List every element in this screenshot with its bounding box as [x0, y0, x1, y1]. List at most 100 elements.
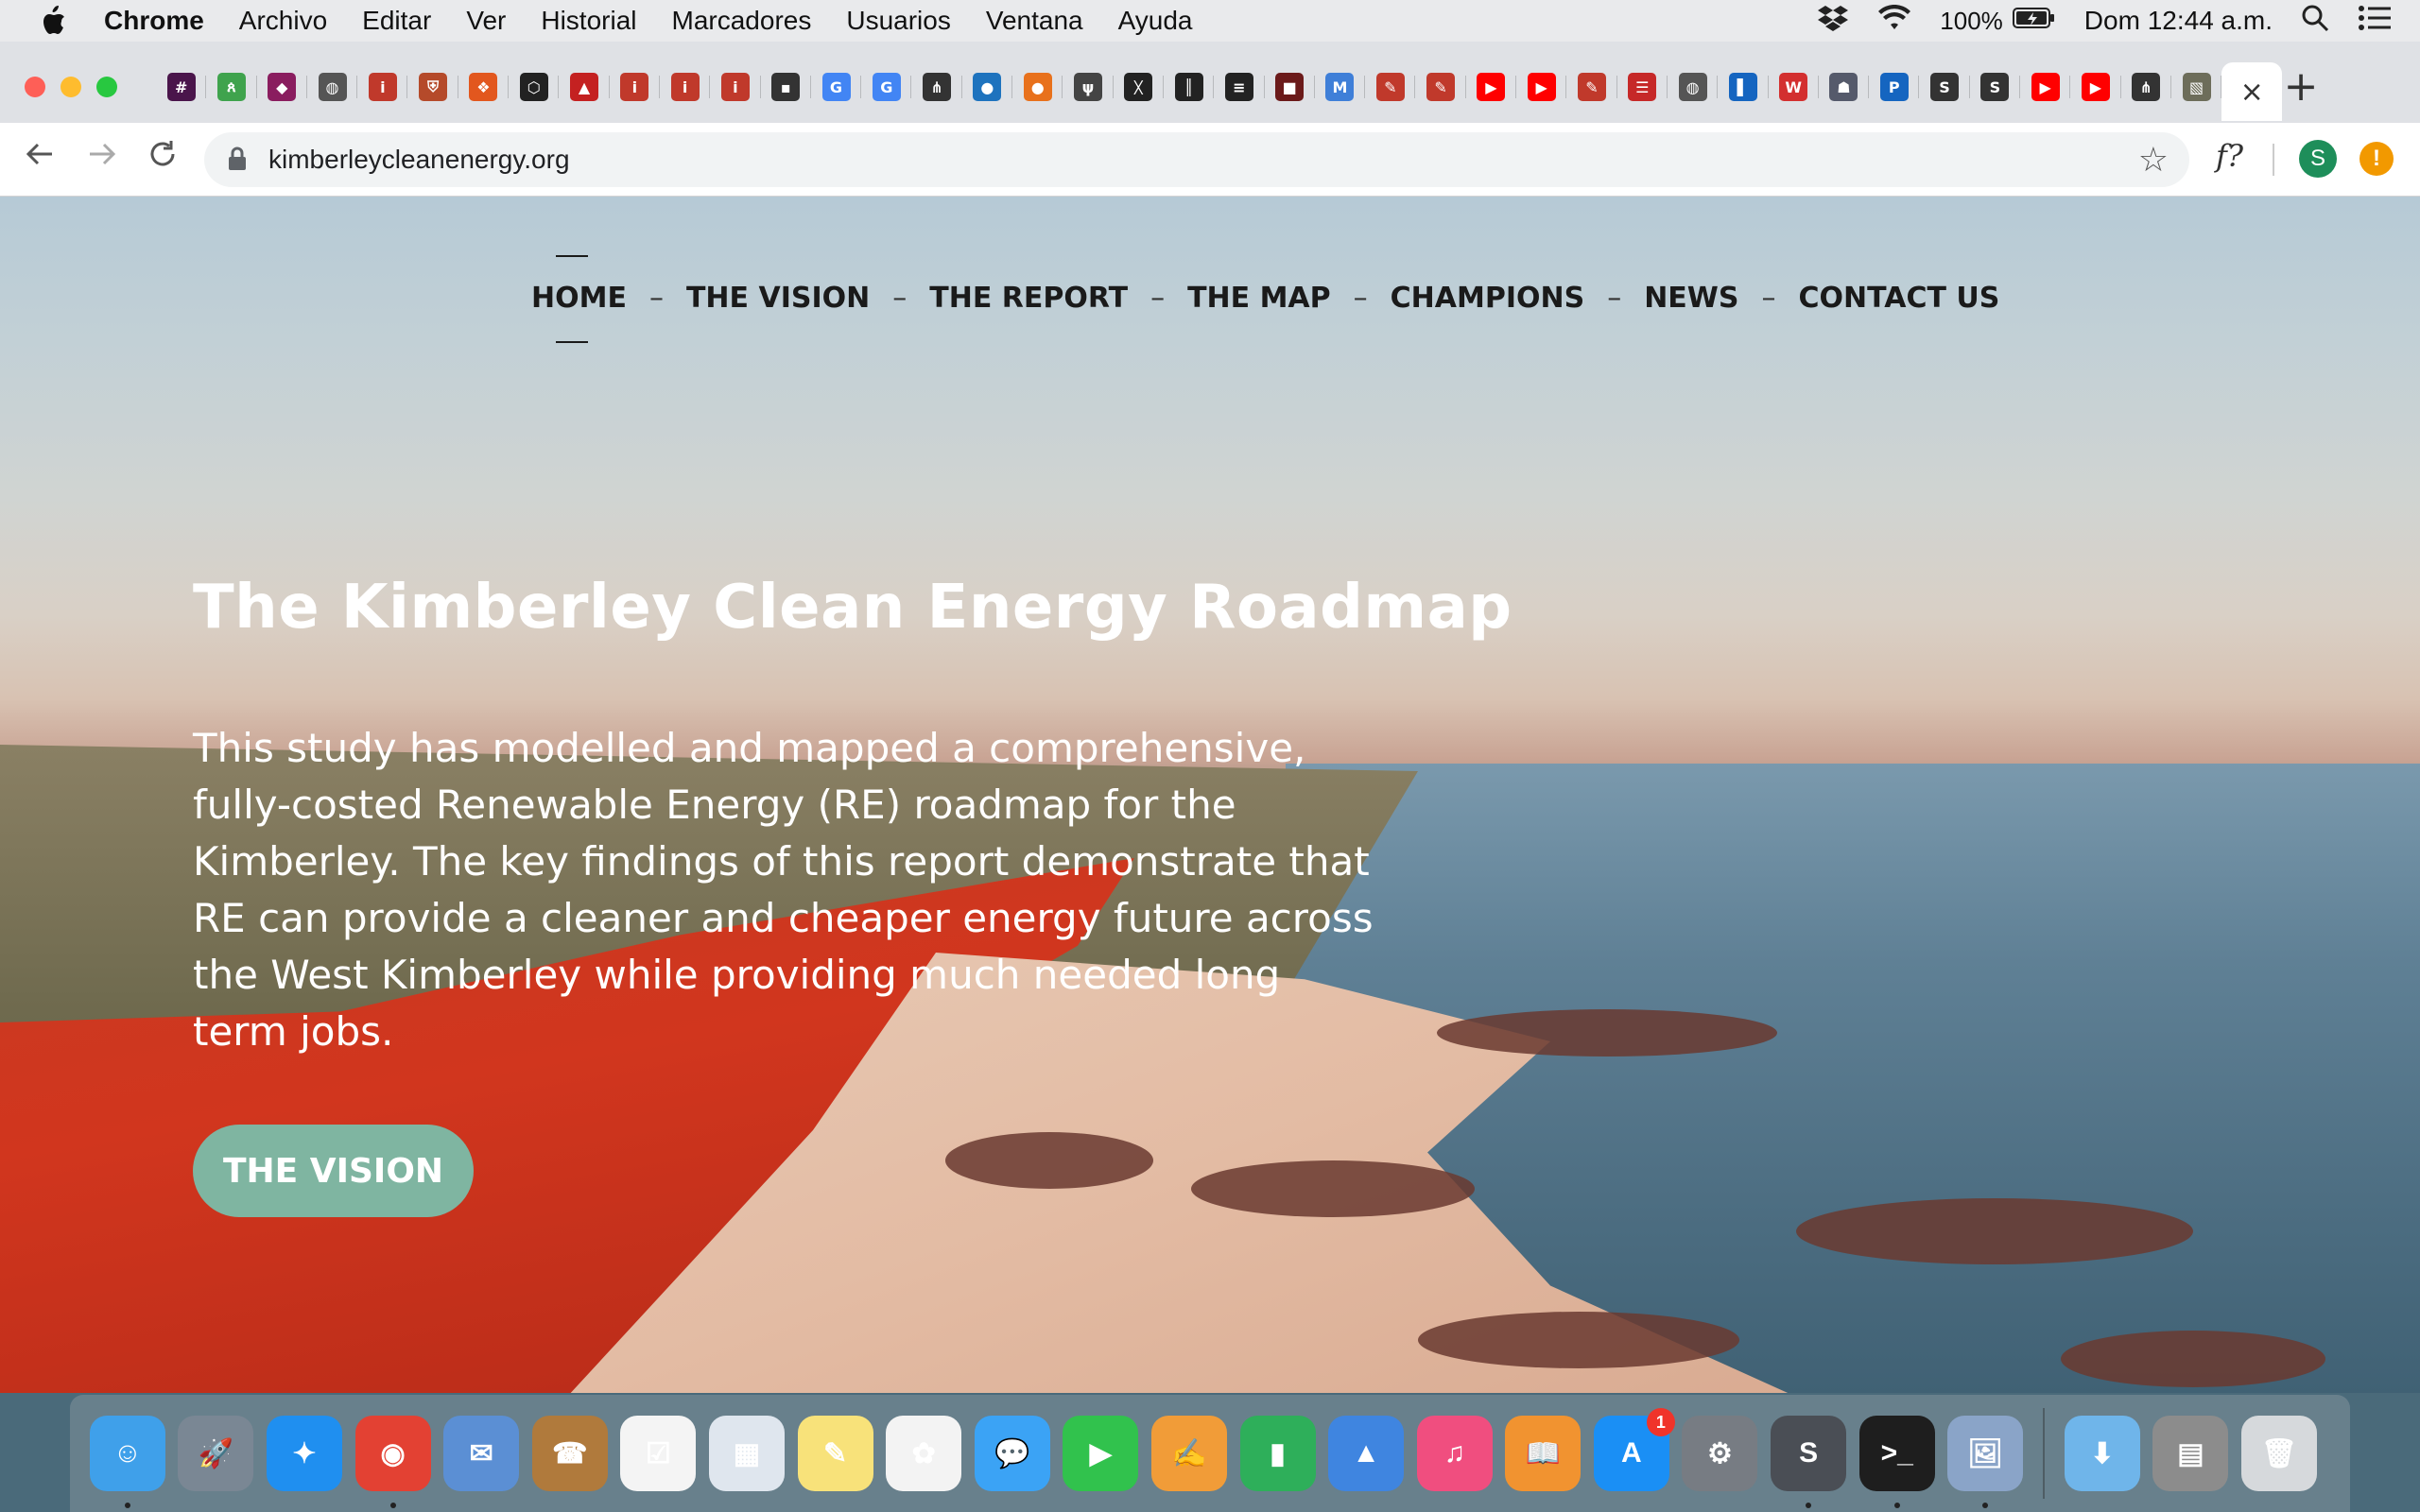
- browser-tab[interactable]: ጰ: [206, 62, 257, 112]
- browser-tab[interactable]: W: [1769, 62, 1820, 112]
- browser-tab[interactable]: ⋔: [911, 62, 963, 112]
- appstore-icon[interactable]: A1: [1593, 1408, 1675, 1491]
- browser-tab[interactable]: ▲: [559, 62, 610, 112]
- finder-icon[interactable]: ☺: [89, 1416, 165, 1508]
- browser-tab[interactable]: #: [156, 62, 207, 112]
- downloads-folder-icon[interactable]: ⬇: [2064, 1416, 2140, 1491]
- spotlight-search-icon[interactable]: [2301, 4, 2329, 39]
- browser-tab[interactable]: ☗: [1819, 62, 1870, 112]
- browser-tab[interactable]: ▶: [2070, 62, 2121, 112]
- contacts-icon[interactable]: ☎: [531, 1416, 608, 1491]
- browser-tab[interactable]: i: [710, 62, 761, 112]
- keynote-icon[interactable]: ▲: [1328, 1416, 1405, 1491]
- browser-tab[interactable]: i: [660, 62, 711, 112]
- browser-tab[interactable]: ☰: [1617, 62, 1668, 112]
- browser-tab[interactable]: ⬡: [509, 62, 560, 112]
- notes-icon[interactable]: ✎: [797, 1416, 873, 1491]
- browser-tab[interactable]: i: [610, 62, 661, 112]
- notification-center-icon[interactable]: [2358, 5, 2392, 38]
- menu-ayuda[interactable]: Ayuda: [1118, 6, 1193, 36]
- browser-tab[interactable]: ◍: [1668, 62, 1719, 112]
- menu-archivo[interactable]: Archivo: [239, 6, 327, 36]
- nav-contact-us[interactable]: CONTACT US: [1799, 282, 2000, 315]
- browser-tab[interactable]: ▶: [2020, 62, 2071, 112]
- browser-tab[interactable]: ✎: [1415, 62, 1467, 112]
- browser-tab[interactable]: ●: [962, 62, 1013, 112]
- window-minimize-button[interactable]: [60, 77, 81, 97]
- facetime-icon[interactable]: ▶: [1063, 1416, 1139, 1491]
- browser-tab[interactable]: S: [1970, 62, 2021, 112]
- update-alert-icon[interactable]: !: [2360, 142, 2394, 176]
- menu-ver[interactable]: Ver: [466, 6, 506, 36]
- nav-the-map[interactable]: THE MAP: [1187, 282, 1331, 315]
- itunes-icon[interactable]: ♫: [1416, 1416, 1493, 1491]
- browser-tab[interactable]: ▧: [2171, 62, 2222, 112]
- browser-tab[interactable]: G: [861, 62, 912, 112]
- launchpad-icon[interactable]: 🚀: [178, 1416, 254, 1491]
- browser-tab[interactable]: i: [357, 62, 408, 112]
- clock[interactable]: Dom 12:44 a.m.: [2084, 6, 2273, 36]
- url-text[interactable]: kimberleycleanenergy.org: [268, 145, 570, 175]
- browser-tab[interactable]: P: [1869, 62, 1920, 112]
- browser-tab[interactable]: ψ: [1063, 62, 1114, 112]
- nav-champions[interactable]: CHAMPIONS: [1391, 282, 1585, 315]
- browser-tab[interactable]: M: [1315, 62, 1366, 112]
- nav-news[interactable]: NEWS: [1644, 282, 1738, 315]
- new-tab-button[interactable]: +: [2280, 66, 2322, 110]
- reminders-icon[interactable]: ☑: [620, 1416, 697, 1491]
- browser-tab[interactable]: S: [1919, 62, 1970, 112]
- menu-historial[interactable]: Historial: [541, 6, 636, 36]
- window-zoom-button[interactable]: [96, 77, 117, 97]
- terminal-icon[interactable]: >_: [1858, 1416, 1935, 1508]
- browser-tab[interactable]: ✎: [1365, 62, 1416, 112]
- nav-home[interactable]: HOME: [531, 255, 627, 343]
- window-close-button[interactable]: [25, 77, 45, 97]
- browser-tab[interactable]: ⛨: [407, 62, 459, 112]
- document-stack-icon[interactable]: ▤: [2152, 1416, 2229, 1491]
- nav-the-vision[interactable]: THE VISION: [686, 282, 870, 315]
- browser-tab[interactable]: ▶: [1516, 62, 1567, 112]
- trash-icon[interactable]: 🗑: [2241, 1416, 2318, 1491]
- browser-tab[interactable]: ◆: [257, 62, 308, 112]
- bookmark-star-icon[interactable]: ☆: [2138, 141, 2169, 180]
- browser-tab[interactable]: ▌: [1718, 62, 1769, 112]
- photos-icon[interactable]: ✿: [886, 1416, 962, 1491]
- browser-tab[interactable]: ◍: [307, 62, 358, 112]
- numbers-icon[interactable]: ▮: [1239, 1416, 1316, 1491]
- active-tab[interactable]: ×: [2221, 62, 2283, 121]
- safari-icon[interactable]: ✦: [266, 1416, 342, 1491]
- wifi-icon[interactable]: [1877, 4, 1911, 38]
- browser-tab[interactable]: ≡: [1214, 62, 1265, 112]
- menu-marcadores[interactable]: Marcadores: [672, 6, 812, 36]
- apple-icon[interactable]: [34, 0, 72, 42]
- chrome-icon[interactable]: ◉: [354, 1416, 431, 1508]
- the-vision-button[interactable]: THE VISION: [193, 1125, 474, 1217]
- dropbox-icon[interactable]: [1817, 4, 1849, 39]
- menu-ventana[interactable]: Ventana: [986, 6, 1083, 36]
- reload-button[interactable]: [142, 138, 183, 180]
- forward-button[interactable]: [81, 138, 123, 180]
- sublime-text-icon[interactable]: S: [1771, 1416, 1847, 1508]
- nav-the-report[interactable]: THE REPORT: [929, 282, 1128, 315]
- browser-tab[interactable]: ᚷ: [1114, 62, 1165, 112]
- browser-tab[interactable]: ✎: [1566, 62, 1617, 112]
- messages-icon[interactable]: 💬: [974, 1416, 1050, 1491]
- profile-avatar[interactable]: S: [2299, 140, 2337, 178]
- system-preferences-icon[interactable]: ⚙: [1682, 1416, 1758, 1491]
- preview-icon[interactable]: 🖼: [1947, 1416, 2024, 1508]
- browser-tab[interactable]: ⋔: [2121, 62, 2172, 112]
- browser-tab[interactable]: ❖: [458, 62, 510, 112]
- browser-tab[interactable]: ■: [1265, 62, 1316, 112]
- address-bar[interactable]: kimberleycleanenergy.org ☆: [204, 132, 2189, 187]
- browser-tab[interactable]: G: [811, 62, 862, 112]
- menu-usuarios[interactable]: Usuarios: [846, 6, 950, 36]
- mail-icon[interactable]: ✉: [443, 1416, 520, 1491]
- browser-tab[interactable]: ║: [1164, 62, 1215, 112]
- pages-icon[interactable]: ✍: [1150, 1416, 1227, 1491]
- browser-tab[interactable]: ▪: [761, 62, 812, 112]
- lock-icon[interactable]: [227, 146, 248, 172]
- menu-app-name[interactable]: Chrome: [104, 6, 204, 36]
- browser-tab[interactable]: ▶: [1466, 62, 1517, 112]
- battery-icon[interactable]: [2012, 6, 2056, 36]
- menu-editar[interactable]: Editar: [362, 6, 431, 36]
